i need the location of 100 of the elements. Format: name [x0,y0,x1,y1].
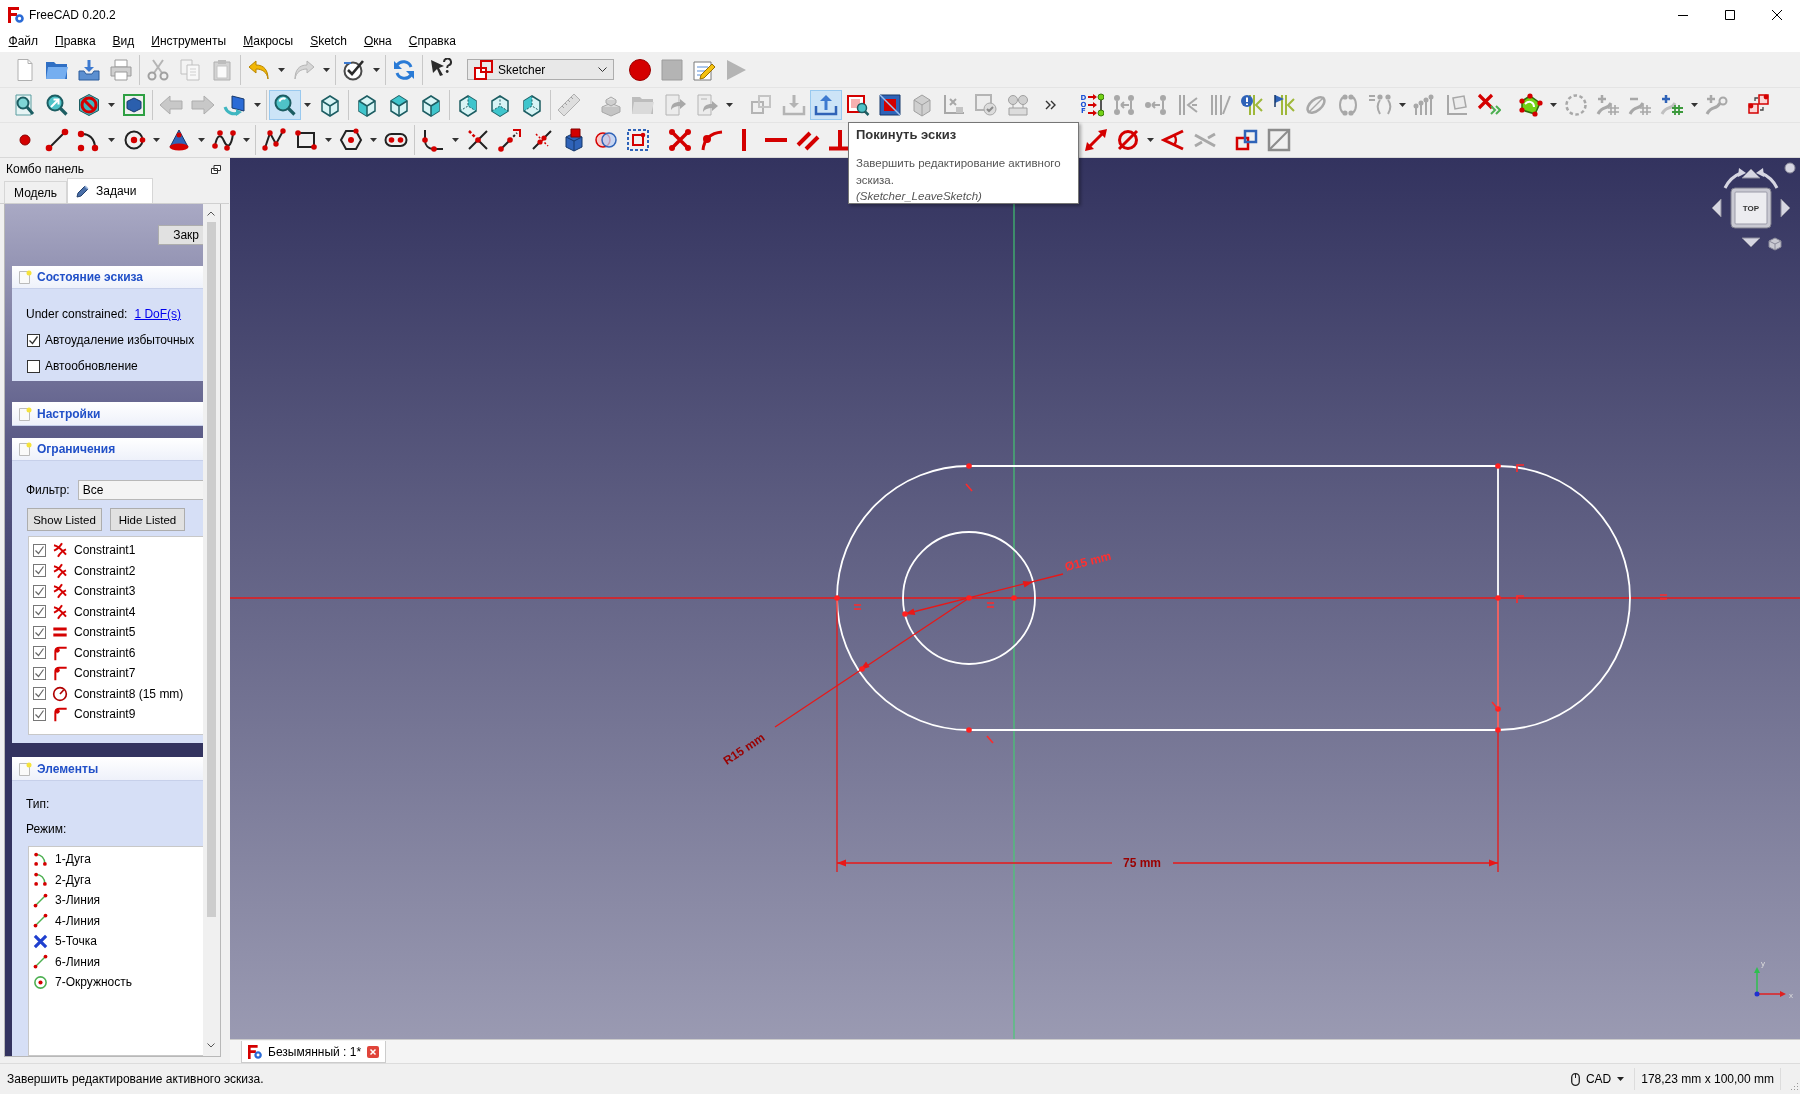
polygon-curve-icon[interactable] [1519,93,1543,117]
close-icon[interactable] [1771,10,1782,20]
alert-bars-icon[interactable] [1240,93,1264,117]
cube-bottom-icon[interactable] [488,93,512,117]
dof-link[interactable]: 1 DoF(s) [134,307,182,321]
triangle-up-icon[interactable] [1741,168,1761,179]
arc-icon[interactable] [77,128,101,152]
cube-right-icon[interactable] [419,93,443,117]
caret-icon[interactable] [304,103,311,107]
caret-icon[interactable] [726,103,733,107]
cube-left-icon[interactable] [520,93,544,117]
resize-grip-icon[interactable] [1789,1081,1798,1091]
constraint-item[interactable]: Constraint4 [74,604,136,619]
dashes-dots-icon[interactable] [1368,93,1392,117]
cross-dots-icon[interactable] [668,128,692,152]
element-item[interactable]: 5-Точка [55,934,97,949]
constraint-item[interactable]: Constraint8 (15 mm) [74,686,184,701]
cube-front-icon[interactable] [355,93,379,117]
prohibition-sign-icon[interactable] [77,93,101,117]
constraint-item[interactable]: Constraint1 [74,543,136,558]
workbench-dropdown[interactable]: Sketcher [467,59,614,80]
square-check-icon[interactable] [974,93,998,117]
diameter-icon[interactable] [1116,128,1140,152]
cube-top-icon[interactable] [387,93,411,117]
square-slash-icon[interactable] [1267,128,1291,152]
navigation-style-button[interactable]: CAD [1570,1068,1635,1090]
triangle-left-icon[interactable] [1711,198,1722,218]
cross-delete-icon[interactable] [1477,93,1501,117]
double-arrow-icon[interactable] [1084,128,1108,152]
element-item[interactable]: 3-Линия [55,893,101,908]
triangle-right-icon[interactable] [1780,198,1791,218]
panel-tab[interactable]: Задачи [67,178,154,203]
square-magnifier-icon[interactable] [846,93,870,117]
constraint-item[interactable]: Constraint7 [74,666,136,681]
vertical-bar-icon[interactable] [740,128,748,152]
bracket-dots-icon[interactable] [1336,93,1360,117]
panel-tab[interactable]: Модель [4,181,68,203]
refresh-arrows-icon[interactable] [392,57,416,82]
circle-icon[interactable] [122,128,146,152]
cube-frame-icon[interactable] [122,93,146,117]
section-header[interactable]: Элементы [12,757,203,781]
caret-icon[interactable] [370,138,377,142]
caret-icon[interactable] [325,138,332,142]
tray-arrow-icon[interactable] [77,57,101,82]
caret-icon[interactable] [243,138,250,142]
checkbox[interactable] [27,359,40,373]
scroll-up-icon[interactable] [207,211,215,216]
extend-line-icon[interactable] [498,128,522,152]
caret-icon[interactable] [108,138,115,142]
menu-item[interactable]: Инструменты [142,34,235,48]
caret-icon[interactable] [254,103,261,107]
list-action-button[interactable]: Hide Listed [110,508,185,531]
toolbar-button[interactable] [810,90,842,120]
caret-icon[interactable] [452,138,459,142]
linked-squares-icon[interactable] [1747,93,1771,117]
menu-item[interactable]: Sketch [301,34,356,48]
caret-icon[interactable] [1399,103,1406,107]
checkbox[interactable] [33,584,46,598]
checkbox[interactable] [27,333,40,347]
menu-item[interactable]: Макросы [234,34,302,48]
linked-dots-icon[interactable] [1112,93,1136,117]
rotate-right-icon[interactable] [1756,168,1779,189]
clipboard-icon[interactable] [210,57,234,82]
element-item[interactable]: 4-Линия [55,913,101,928]
caret-icon[interactable] [323,67,330,72]
polyline-icon[interactable] [262,128,286,152]
checkbox[interactable] [33,564,46,578]
maximize-icon[interactable] [1724,10,1735,20]
checkbox[interactable] [33,707,46,721]
scroll-down-icon[interactable] [207,1043,215,1048]
rectangle-icon[interactable] [294,128,318,152]
checkbox[interactable] [33,543,46,557]
document-tab[interactable]: Безымянный : 1* [241,1041,387,1063]
menu-item[interactable]: Вид [104,34,143,48]
element-item[interactable]: 2-Дуга [55,872,91,887]
caret-icon[interactable] [1691,103,1698,107]
menu-item[interactable]: Файл [0,34,47,48]
caret-icon[interactable] [1147,138,1154,142]
element-item[interactable]: 6-Линия [55,954,101,969]
isometric-cube-icon[interactable] [318,93,342,117]
magnifier-arrow-icon[interactable] [45,93,69,117]
two-windows-icon[interactable] [211,164,221,174]
constraint-item[interactable]: Constraint3 [74,584,136,599]
toolbar-button[interactable] [269,90,301,120]
checkbox[interactable] [33,646,46,660]
filter-dropdown[interactable]: Все [77,480,203,500]
checkbox[interactable] [33,605,46,619]
checkbox[interactable] [33,666,46,680]
checkbox[interactable] [33,687,46,701]
record-icon[interactable] [628,57,652,82]
constraint-item[interactable]: Constraint5 [74,625,136,640]
hexagon-icon[interactable] [339,128,363,152]
curved-left-arrow-icon[interactable] [247,57,271,82]
caret-icon[interactable] [108,103,115,107]
section-square-icon[interactable] [878,93,902,117]
crossed-lines-icon[interactable] [466,128,490,152]
magnifier-page-icon[interactable] [13,93,37,117]
arrows-dots-icon[interactable] [1088,93,1104,117]
circle-icon[interactable] [1784,162,1796,174]
constraint-item[interactable]: Constraint6 [74,645,136,660]
